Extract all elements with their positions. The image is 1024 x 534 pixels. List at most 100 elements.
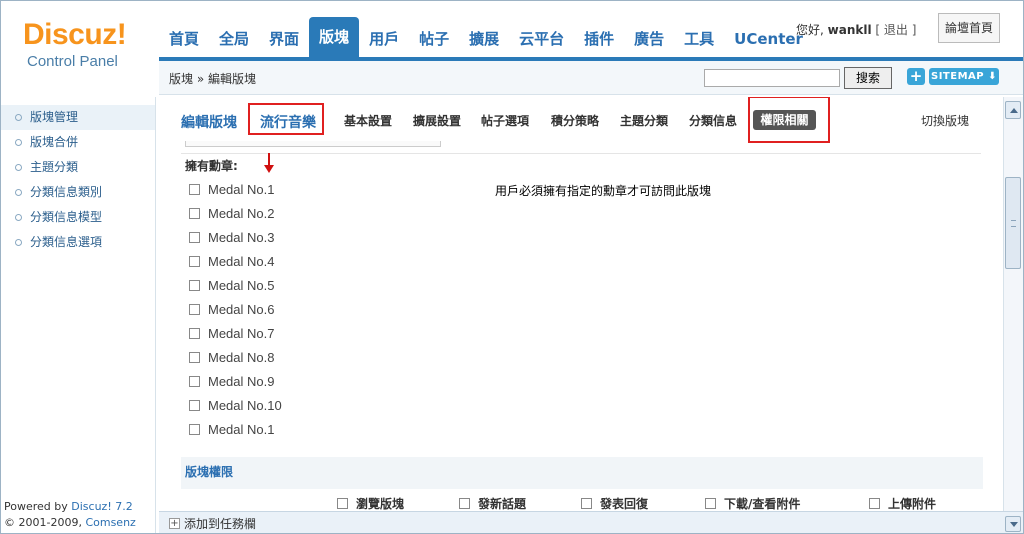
medal-checkbox[interactable]	[189, 183, 200, 195]
subtab-4[interactable]: 主題分類	[620, 112, 668, 129]
subtab-1[interactable]: 擴展設置	[413, 112, 461, 129]
permission-checkbox[interactable]	[337, 498, 348, 509]
search-input[interactable]	[704, 69, 840, 87]
permission-label: 發表回復	[600, 497, 649, 511]
sidebar-item-label: 分類信息模型	[30, 210, 103, 224]
subtab-2[interactable]: 帖子選項	[481, 112, 529, 129]
sidebar-item-2[interactable]: 主題分類	[1, 155, 155, 180]
search-button[interactable]: 搜索	[844, 67, 892, 89]
nav-tab-1[interactable]: 全局	[209, 21, 259, 57]
switch-forum-dropdown[interactable]: 切換版塊	[921, 112, 969, 129]
subtab-0[interactable]: 基本設置	[344, 112, 392, 129]
scroll-thumb[interactable]	[1005, 177, 1021, 269]
nav-tab-10[interactable]: 工具	[674, 21, 724, 57]
sidebar-item-5[interactable]: 分類信息選項	[1, 230, 155, 255]
permission-column-4[interactable]: 上傳附件	[869, 495, 936, 511]
add-shortcut-button[interactable]: +	[907, 68, 925, 85]
permission-checkbox[interactable]	[581, 498, 592, 509]
nav-tab-9[interactable]: 廣告	[624, 21, 674, 57]
medal-option[interactable]: Medal No.7	[189, 321, 282, 345]
forum-subtabs: 編輯版塊 流行音樂 基本設置 擴展設置 帖子選項 積分策略 主題分類 分類信息 權限相關 …	[159, 97, 1003, 143]
user-info: 您好, wankll [ 退出 ]	[796, 21, 916, 38]
medal-checkbox[interactable]	[189, 207, 200, 219]
nav-tab-4[interactable]: 用戶	[359, 21, 409, 57]
forum-name[interactable]: 流行音樂	[260, 112, 316, 132]
permission-column-3[interactable]: 下載/查看附件	[705, 495, 800, 511]
permission-tab-highlight: 權限相關	[748, 97, 830, 143]
sidebar-item-label: 分類信息選項	[30, 235, 103, 249]
sitemap-button[interactable]: SITEMAP ⬇	[929, 68, 999, 85]
permission-checkbox[interactable]	[869, 498, 880, 509]
permissions-section-title: 版塊權限	[185, 465, 234, 479]
permission-column-2[interactable]: 發表回復	[581, 495, 648, 511]
medal-checkbox[interactable]	[189, 303, 200, 315]
nav-tab-5[interactable]: 帖子	[409, 21, 459, 57]
discuz-link[interactable]: Discuz! 7.2	[71, 500, 132, 513]
nav-tab-3[interactable]: 版塊	[309, 17, 360, 57]
main-content: 編輯版塊 流行音樂 基本設置 擴展設置 帖子選項 積分策略 主題分類 分類信息 權限相關 …	[159, 97, 1003, 511]
medal-label: Medal No.3	[208, 229, 275, 245]
medal-label: Medal No.10	[208, 397, 282, 413]
nav-tab-0[interactable]: 首頁	[159, 21, 209, 57]
sidebar-item-1[interactable]: 版塊合併	[1, 130, 155, 155]
medal-checkbox[interactable]	[189, 279, 200, 291]
permission-checkbox[interactable]	[459, 498, 470, 509]
header: Discuz! Control Panel 首頁 全局 界面 版塊 用戶 帖子 擴展 云平台插…	[1, 1, 1023, 70]
medal-label: Medal No.7	[208, 325, 275, 341]
medal-option[interactable]: Medal No.8	[189, 345, 282, 369]
logo[interactable]: Discuz! Control Panel	[23, 19, 127, 71]
nav-tab-6[interactable]: 擴展	[459, 21, 509, 57]
sidebar-item-3[interactable]: 分類信息類別	[1, 180, 155, 205]
logout-link[interactable]: [ 退出 ]	[875, 23, 916, 37]
powered-prefix: Powered by	[4, 500, 68, 513]
medal-checkbox[interactable]	[189, 327, 200, 339]
medal-checkbox[interactable]	[189, 255, 200, 267]
medal-option[interactable]: Medal No.9	[189, 369, 282, 393]
permission-label: 上傳附件	[888, 497, 937, 511]
permission-checkbox[interactable]	[705, 498, 716, 509]
plus-icon: +	[169, 518, 180, 529]
medal-option[interactable]: Medal No.5	[189, 273, 282, 297]
medal-label: Medal No.5	[208, 277, 275, 293]
medal-option[interactable]: Medal No.10	[189, 393, 282, 417]
tab-permissions[interactable]: 權限相關	[753, 110, 816, 130]
medal-option[interactable]: Medal No.3	[189, 225, 282, 249]
medal-checkbox[interactable]	[189, 423, 200, 435]
medal-option[interactable]: Medal No.4	[189, 249, 282, 273]
bullet-icon	[15, 164, 22, 171]
medal-checkbox[interactable]	[189, 399, 200, 411]
medal-label: Medal No.8	[208, 349, 275, 365]
permission-column-1[interactable]: 發新話題	[459, 495, 526, 511]
nav-tab-2[interactable]: 界面	[259, 21, 309, 57]
powered-by: Powered by Discuz! 7.2 © 2001-2009, Coms…	[4, 499, 155, 533]
add-to-taskbar-button[interactable]: + 添加到任務欄	[169, 515, 256, 532]
medals-description: 用戶必須擁有指定的勳章才可訪問此版塊	[495, 184, 712, 198]
medal-checkbox[interactable]	[189, 351, 200, 363]
scroll-up-arrow-icon[interactable]	[1005, 101, 1021, 119]
medal-option[interactable]: Medal No.2	[189, 201, 282, 225]
sidebar-item-4[interactable]: 分類信息模型	[1, 205, 155, 230]
nav-tab-8[interactable]: 插件	[574, 21, 624, 57]
chevron-down-icon: ⬇	[988, 71, 997, 82]
sidebar-menu: 版塊管理 版塊合併 主題分類 分類信息類別分類信息模型 分類信息選項	[1, 105, 155, 255]
subtab-5[interactable]: 分類信息	[689, 112, 737, 129]
medal-label: Medal No.1	[208, 421, 275, 437]
medal-option[interactable]: Medal No.6	[189, 297, 282, 321]
medal-option[interactable]: Medal No.1	[189, 417, 282, 441]
permission-label: 發新話題	[478, 497, 527, 511]
sidebar-item-0[interactable]: 版塊管理	[1, 105, 155, 130]
medal-label: Medal No.6	[208, 301, 275, 317]
medal-checkbox[interactable]	[189, 231, 200, 243]
medal-label: Medal No.2	[208, 205, 275, 221]
medal-checkbox[interactable]	[189, 375, 200, 387]
medal-option[interactable]: Medal No.1	[189, 177, 282, 201]
nav-tab-7[interactable]: 云平台	[509, 21, 574, 57]
medal-list: Medal No.1 Medal No.2 Medal No.3 Medal No.4…	[189, 177, 282, 441]
vertical-scrollbar[interactable]	[1003, 97, 1023, 511]
scroll-down-arrow-icon[interactable]	[1005, 516, 1021, 532]
permission-column-0[interactable]: 瀏覽版塊	[337, 495, 404, 511]
medal-label: Medal No.1	[208, 181, 275, 197]
bullet-icon	[15, 139, 22, 146]
subtab-3[interactable]: 積分策略	[551, 112, 599, 129]
forum-home-button[interactable]: 論壇首頁	[938, 13, 1000, 43]
